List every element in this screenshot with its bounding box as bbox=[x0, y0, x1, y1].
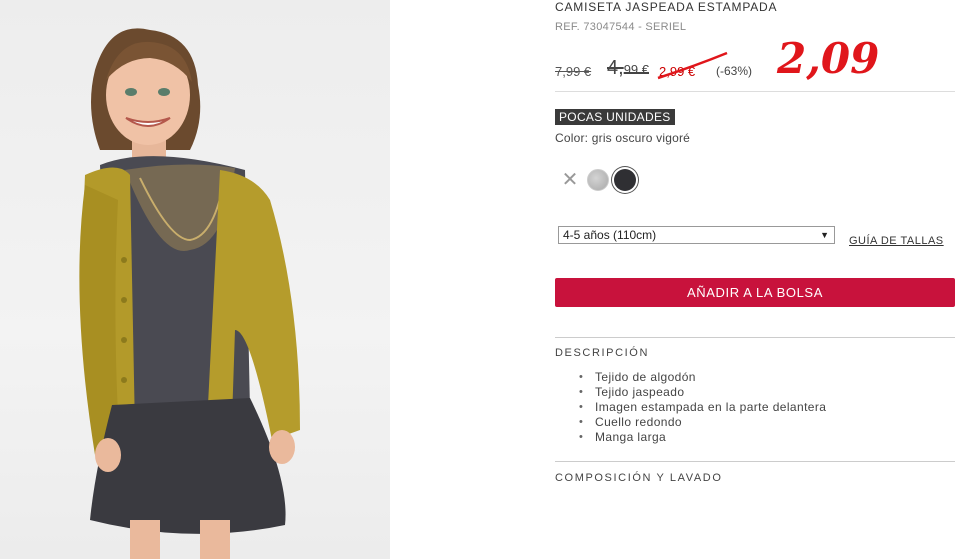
swatch-unavailable-icon[interactable]: ✕ bbox=[559, 169, 581, 191]
divider bbox=[555, 91, 955, 92]
description-list: Tejido de algodón Tejido jaspeado Imagen… bbox=[578, 370, 826, 445]
stock-badge: POCAS UNIDADES bbox=[555, 109, 675, 125]
composition-heading[interactable]: COMPOSICIÓN Y LAVADO bbox=[555, 472, 723, 484]
size-select-value: 4-5 años (110cm) bbox=[563, 228, 657, 242]
description-heading[interactable]: DESCRIPCIÓN bbox=[555, 347, 649, 359]
current-price: 2,99 € bbox=[659, 64, 696, 79]
list-item: Tejido jaspeado bbox=[578, 385, 826, 400]
product-reference: REF. 73047544 - SERIEL bbox=[555, 21, 687, 33]
product-title: CAMISETA JASPEADA ESTAMPADA bbox=[555, 0, 778, 14]
girl-photo-illustration bbox=[79, 28, 300, 559]
size-guide-link[interactable]: GUÍA DE TALLAS bbox=[849, 235, 944, 247]
original-price: 7,99 € bbox=[555, 64, 592, 79]
list-item: Cuello redondo bbox=[578, 415, 826, 430]
dropdown-arrow-icon: ▼ bbox=[820, 230, 829, 240]
add-to-bag-button[interactable]: AÑADIR A LA BOLSA bbox=[555, 278, 955, 307]
divider bbox=[555, 461, 955, 462]
handwritten-price-annotation: 2,09 bbox=[777, 34, 880, 83]
divider bbox=[555, 337, 955, 338]
discount-percent: (-63%) bbox=[716, 64, 753, 78]
size-select[interactable]: 4-5 años (110cm) ▼ bbox=[558, 226, 835, 244]
list-item: Imagen estampada en la parte delantera bbox=[578, 400, 826, 415]
previous-price-main: 4, bbox=[607, 57, 624, 79]
product-image[interactable] bbox=[0, 0, 390, 559]
previous-price: 4,99 € bbox=[607, 57, 649, 80]
swatch-light-grey[interactable] bbox=[587, 169, 609, 191]
color-label: Color: gris oscuro vigoré bbox=[555, 131, 691, 145]
previous-price-cents: 99 € bbox=[623, 62, 649, 77]
list-item: Tejido de algodón bbox=[578, 370, 826, 385]
list-item: Manga larga bbox=[578, 430, 826, 445]
swatch-dark-grey-selected[interactable] bbox=[614, 169, 636, 191]
